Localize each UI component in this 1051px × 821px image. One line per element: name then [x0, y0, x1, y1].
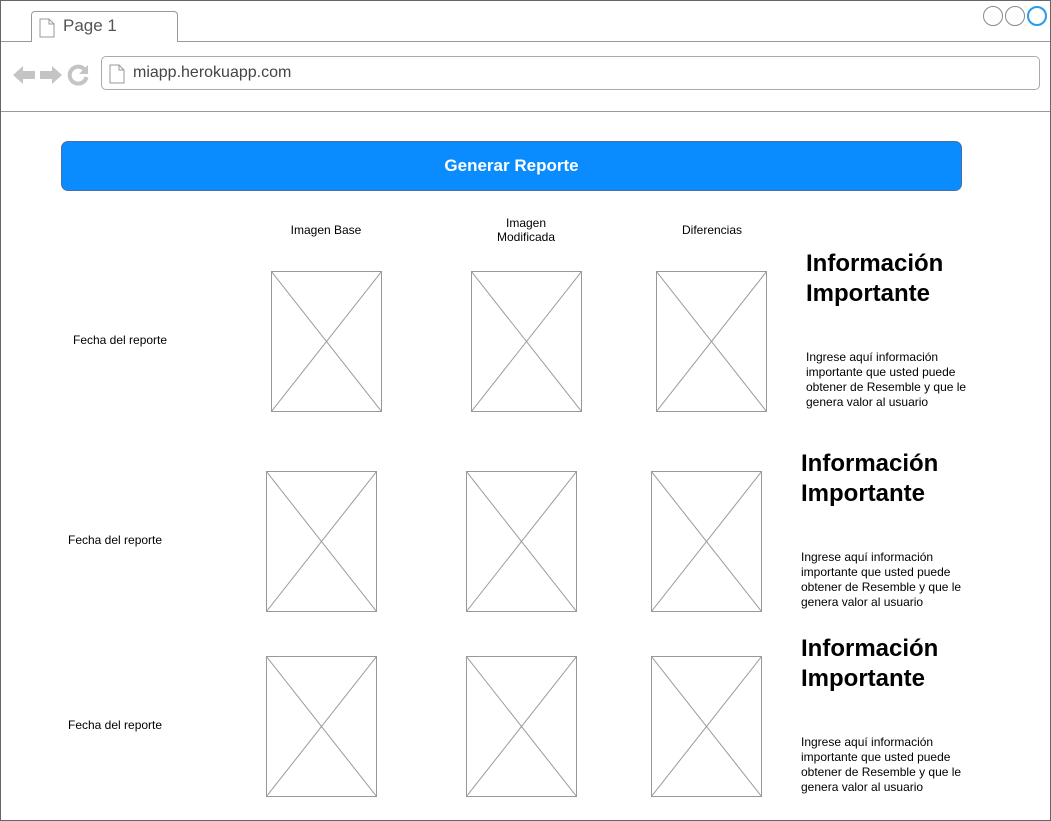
info-title: Información Importante: [806, 250, 944, 307]
minimize-button[interactable]: [983, 6, 1003, 26]
image-placeholder-icon: [656, 271, 767, 412]
maximize-button[interactable]: [1005, 6, 1025, 26]
image-placeholder-icon: [651, 471, 762, 612]
browser-window: Page 1 miapp.herokuapp.com Generar Repor…: [0, 0, 1051, 821]
column-header-diff: Diferencias: [681, 223, 743, 237]
forward-arrow-icon[interactable]: [39, 64, 63, 91]
base-image-placeholder: [266, 656, 377, 797]
generate-report-button[interactable]: Generar Reporte: [61, 141, 962, 191]
window-controls: [983, 6, 1047, 26]
column-header-base: Imagen Base: [290, 223, 362, 237]
diff-image-placeholder: [651, 656, 762, 797]
modified-image-placeholder: [466, 656, 577, 797]
back-arrow-icon[interactable]: [12, 64, 36, 91]
reload-icon[interactable]: [66, 63, 90, 92]
info-text: Ingrese aquí información importante que …: [801, 550, 962, 609]
tab-label: Page 1: [63, 16, 117, 35]
address-bar[interactable]: miapp.herokuapp.com: [101, 56, 1040, 90]
image-placeholder-icon: [266, 656, 377, 797]
report-date-label: Fecha del reporte: [68, 718, 163, 732]
page-icon: [39, 18, 55, 43]
image-placeholder-icon: [471, 271, 582, 412]
base-image-placeholder: [266, 471, 377, 612]
image-placeholder-icon: [651, 656, 762, 797]
page-icon: [109, 64, 125, 89]
info-text: Ingrese aquí información importante que …: [806, 350, 967, 409]
info-title: Información Importante: [801, 635, 939, 692]
info-text: Ingrese aquí información importante que …: [801, 735, 962, 794]
diff-image-placeholder: [651, 471, 762, 612]
image-placeholder-icon: [271, 271, 382, 412]
navigation-buttons: [12, 63, 90, 92]
info-title: Información Importante: [801, 450, 939, 507]
report-date-label: Fecha del reporte: [68, 533, 163, 547]
base-image-placeholder: [271, 271, 382, 412]
image-placeholder-icon: [466, 656, 577, 797]
modified-image-placeholder: [471, 271, 582, 412]
close-button[interactable]: [1027, 6, 1047, 26]
modified-image-placeholder: [466, 471, 577, 612]
image-placeholder-icon: [466, 471, 577, 612]
diff-image-placeholder: [656, 271, 767, 412]
column-header-modified: Imagen Modificada: [496, 216, 556, 244]
image-placeholder-icon: [266, 471, 377, 612]
report-date-label: Fecha del reporte: [73, 333, 168, 347]
url-text[interactable]: miapp.herokuapp.com: [133, 64, 291, 82]
browser-chrome: Page 1 miapp.herokuapp.com: [1, 1, 1050, 112]
tab-page-1[interactable]: Page 1: [31, 11, 178, 42]
